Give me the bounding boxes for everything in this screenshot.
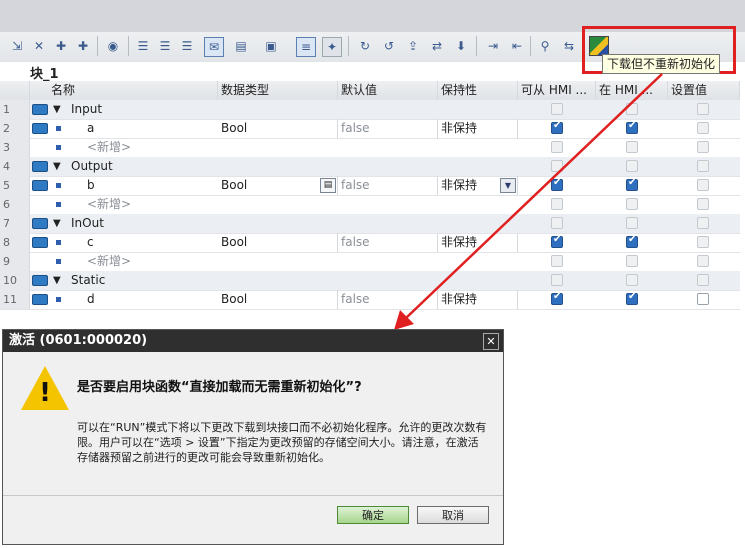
activation-dialog: 激活 (0601:000020) ✕ ! 是否要启用块函数“直接加载而无需重新初… <box>2 329 504 545</box>
exclamation-icon: ! <box>39 378 51 408</box>
dialog-title: 激活 (0601:000020) <box>3 330 503 352</box>
close-icon[interactable]: ✕ <box>483 333 499 350</box>
dialog-message: 可以在“RUN”模式下将以下更改下载到块接口而不必初始化程序。允许的更改次数有限… <box>77 421 487 464</box>
ok-button[interactable]: 确定 <box>337 506 409 524</box>
dialog-divider <box>3 495 503 496</box>
cancel-button[interactable]: 取消 <box>417 506 489 524</box>
dialog-question: 是否要启用块函数“直接加载而无需重新初始化”? <box>77 380 362 395</box>
